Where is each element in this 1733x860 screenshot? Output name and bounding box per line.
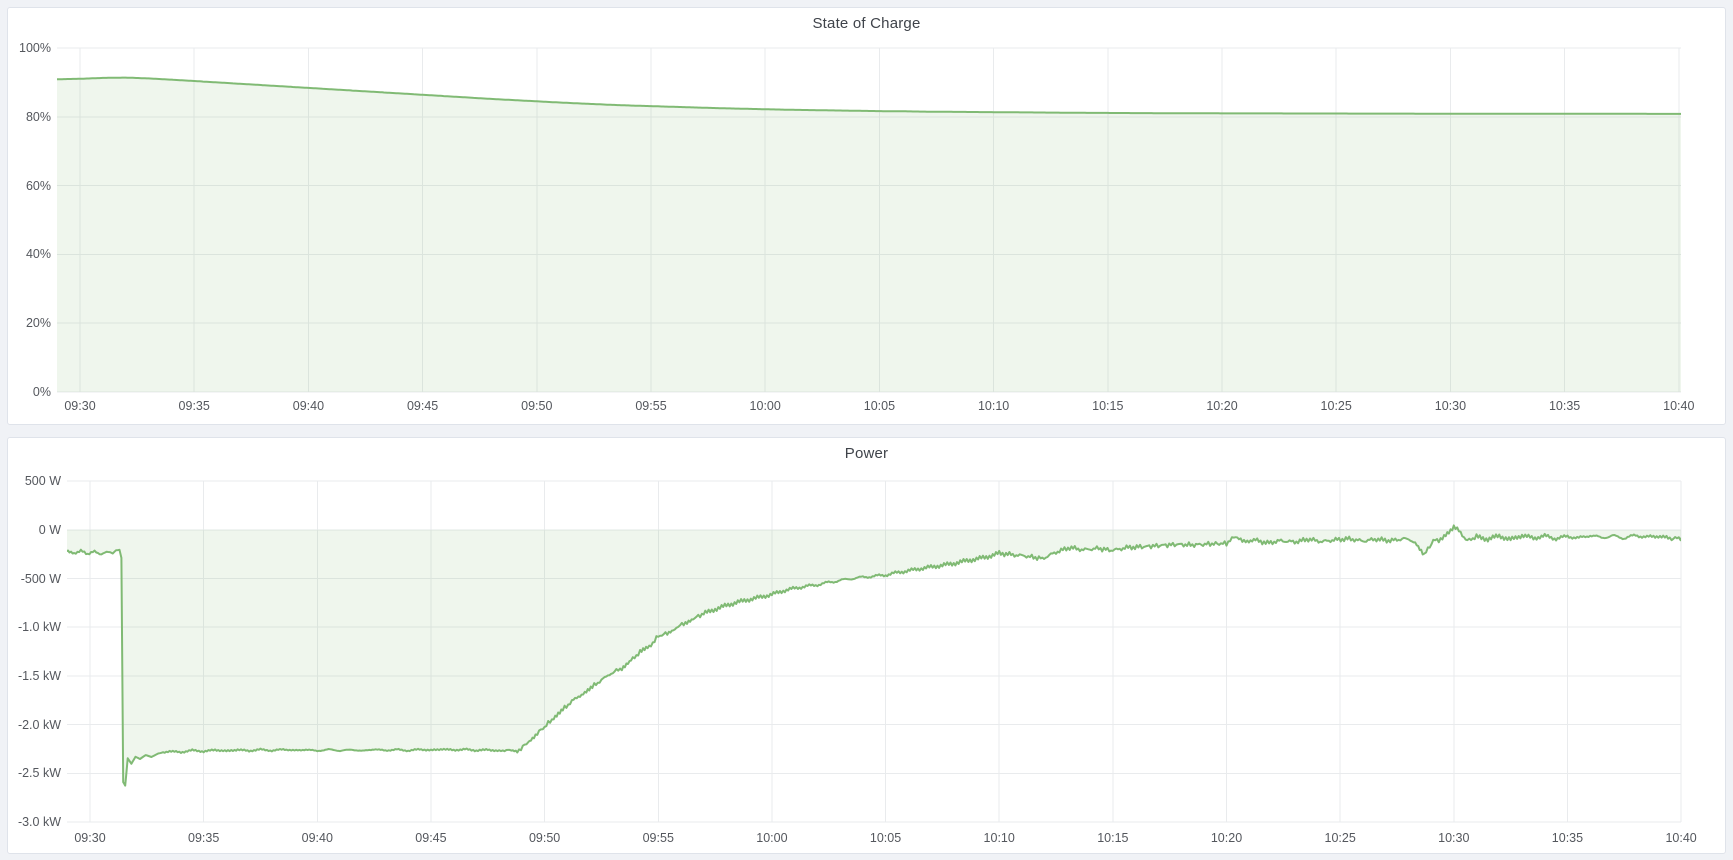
- power-x-axis-tick-label: 10:20: [1195, 830, 1259, 846]
- soc-x-axis-tick-label: 09:30: [48, 398, 112, 414]
- soc-x-axis-tick-label: 10:20: [1190, 398, 1254, 414]
- soc-x-axis-tick-label: 10:25: [1304, 398, 1368, 414]
- power-x-axis-tick-label: 10:40: [1649, 830, 1713, 846]
- power-x-axis-tick-label: 09:50: [513, 830, 577, 846]
- soc-y-axis-tick-label: 60%: [8, 178, 51, 194]
- power-y-axis-tick-label: 500 W: [8, 473, 61, 489]
- power-x-axis-tick-label: 09:35: [172, 830, 236, 846]
- power-x-axis-tick-label: 09:55: [626, 830, 690, 846]
- power-chart-svg[interactable]: [8, 438, 1725, 853]
- power-x-axis-tick-label: 10:00: [740, 830, 804, 846]
- soc-x-axis-tick-label: 10:30: [1418, 398, 1482, 414]
- soc-x-axis-tick-label: 09:40: [276, 398, 340, 414]
- soc-y-axis-tick-label: 80%: [8, 109, 51, 125]
- soc-x-axis-tick-label: 09:50: [505, 398, 569, 414]
- power-x-axis-tick-label: 09:30: [58, 830, 122, 846]
- power-y-axis-tick-label: -2.0 kW: [8, 717, 61, 733]
- power-y-axis-tick-label: 0 W: [8, 522, 61, 538]
- soc-x-axis-tick-label: 10:10: [962, 398, 1026, 414]
- soc-x-axis-tick-label: 09:55: [619, 398, 683, 414]
- soc-y-axis-tick-label: 100%: [8, 40, 51, 56]
- power-series-area: [65, 525, 1688, 785]
- soc-x-axis-tick-label: 09:35: [162, 398, 226, 414]
- soc-y-axis-tick-label: 20%: [8, 315, 51, 331]
- soc-chart-svg[interactable]: [8, 8, 1725, 424]
- power-x-axis-tick-label: 09:45: [399, 830, 463, 846]
- power-x-axis-tick-label: 10:35: [1535, 830, 1599, 846]
- power-y-axis-tick-label: -1.0 kW: [8, 619, 61, 635]
- soc-series-area: [55, 78, 1686, 392]
- panel-state-of-charge: State of Charge 100%80%60%40%20%0%09:300…: [7, 7, 1726, 425]
- soc-x-axis-tick-label: 10:15: [1076, 398, 1140, 414]
- power-y-axis-tick-label: -1.5 kW: [8, 668, 61, 684]
- power-y-axis-tick-label: -500 W: [8, 571, 61, 587]
- soc-x-axis-tick-label: 10:05: [847, 398, 911, 414]
- power-x-axis-tick-label: 10:25: [1308, 830, 1372, 846]
- power-x-axis-tick-label: 09:40: [285, 830, 349, 846]
- soc-y-axis-tick-label: 0%: [8, 384, 51, 400]
- power-x-axis-tick-label: 10:10: [967, 830, 1031, 846]
- soc-x-axis-tick-label: 10:40: [1647, 398, 1711, 414]
- power-x-axis-tick-label: 10:05: [854, 830, 918, 846]
- soc-x-axis-tick-label: 09:45: [391, 398, 455, 414]
- soc-y-axis-tick-label: 40%: [8, 246, 51, 262]
- power-x-axis-tick-label: 10:15: [1081, 830, 1145, 846]
- power-x-axis-tick-label: 10:30: [1422, 830, 1486, 846]
- panel-power: Power 500 W0 W-500 W-1.0 kW-1.5 kW-2.0 k…: [7, 437, 1726, 854]
- power-chart[interactable]: 500 W 0 W -500 W -1.0 kW -1.5 kW -2.0 kW -2.5 …: [8, 438, 1725, 853]
- soc-chart[interactable]: 100% 80% 60% 40% 20% 0%09:30 09:35 09:40 09:45 09…: [8, 8, 1725, 424]
- soc-x-axis-tick-label: 10:00: [733, 398, 797, 414]
- power-y-axis-tick-label: -2.5 kW: [8, 765, 61, 781]
- power-y-axis-tick-label: -3.0 kW: [8, 814, 61, 830]
- soc-x-axis-tick-label: 10:35: [1533, 398, 1597, 414]
